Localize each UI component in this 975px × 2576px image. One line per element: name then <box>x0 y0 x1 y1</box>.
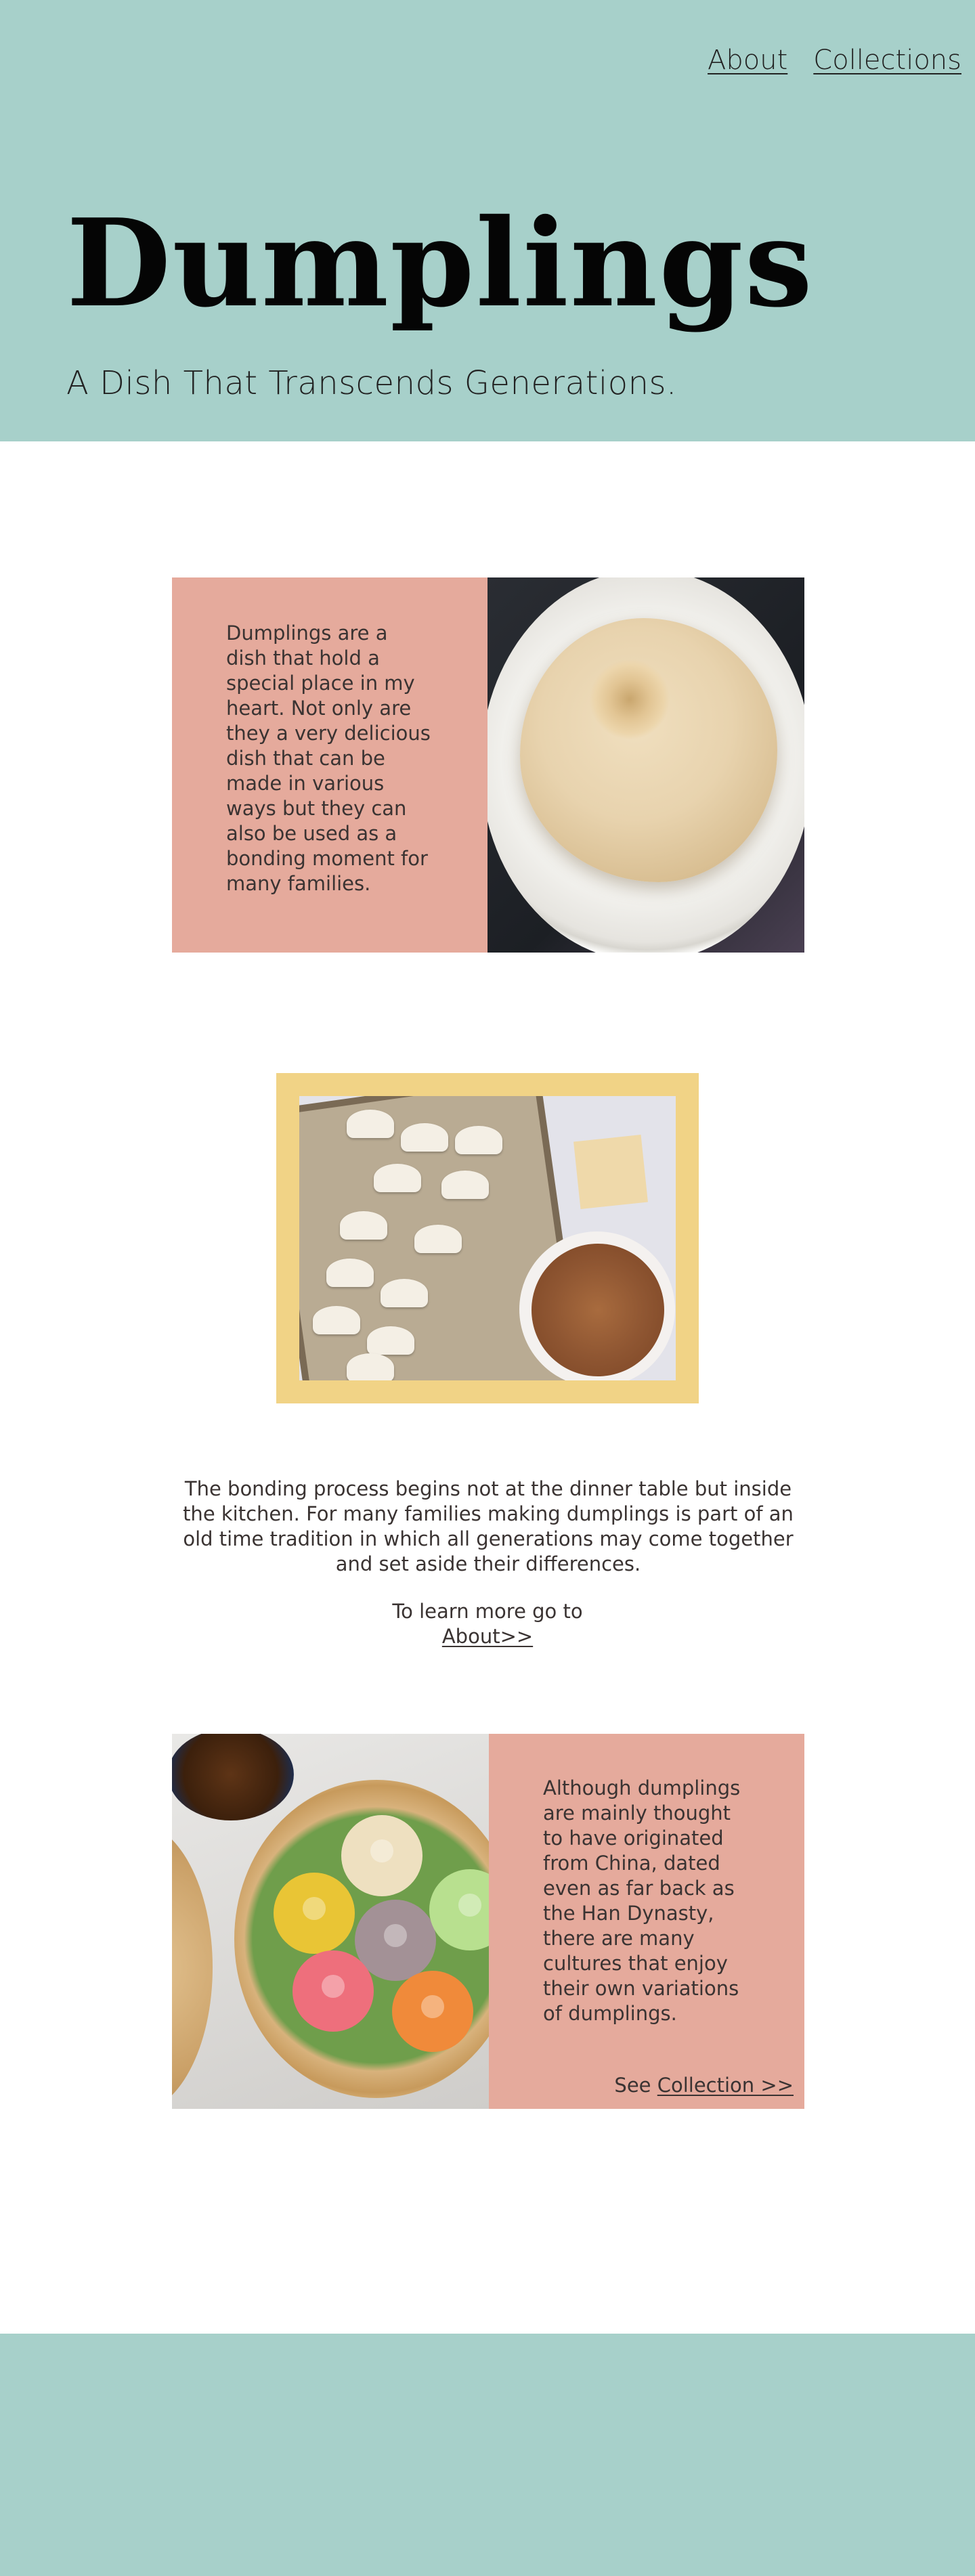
top-nav: About Collections <box>708 45 961 76</box>
see-prefix: See <box>614 2074 651 2097</box>
colorful-dumplings-photo <box>172 1734 489 2109</box>
intro-text-panel: Dumplings are a dish that hold a special… <box>172 577 488 953</box>
dumpling <box>347 1353 394 1380</box>
see-collection: See Collection >> <box>614 2074 794 2097</box>
about-link[interactable]: About>> <box>442 1625 533 1648</box>
origins-text: Although dumplings are mainly thought to… <box>543 1776 741 2025</box>
intro-text: Dumplings are a dish that hold a special… <box>226 621 431 895</box>
bonding-text: The bonding process begins not at the di… <box>183 1477 794 1575</box>
dumpling-filling <box>532 1244 664 1376</box>
footer <box>0 2334 975 2576</box>
dumpling-making-photo <box>299 1096 676 1380</box>
dumpling <box>441 1171 489 1199</box>
dumpling <box>401 1123 448 1152</box>
dumpling <box>340 1211 387 1240</box>
nav-link-collections[interactable]: Collections <box>813 45 961 76</box>
dumpling <box>292 1950 374 2032</box>
soup-dumpling-photo <box>488 577 804 953</box>
dumpling <box>520 618 777 882</box>
page-subtitle: A Dish That Transcends Generations. <box>66 364 677 402</box>
dumpling <box>313 1306 360 1334</box>
dumpling <box>381 1279 428 1307</box>
nav-link-about[interactable]: About <box>708 45 787 76</box>
dumpling <box>347 1110 394 1138</box>
intro-card: Dumplings are a dish that hold a special… <box>172 577 804 953</box>
dumpling <box>274 1873 355 1954</box>
hero-banner: About Collections Dumplings A Dish That … <box>0 0 975 441</box>
dumpling <box>374 1164 421 1192</box>
dumpling <box>367 1326 414 1355</box>
dumpling <box>392 1971 473 2052</box>
dumpling <box>455 1126 502 1154</box>
dumpling <box>326 1259 374 1287</box>
dumpling <box>414 1225 462 1253</box>
learn-more-prefix: To learn more go to <box>392 1600 583 1623</box>
dumpling-pleats <box>589 659 670 740</box>
origins-card: Although dumplings are mainly thought to… <box>172 1734 804 2109</box>
kitchen-photo-frame <box>276 1073 699 1403</box>
learn-more: To learn more go to About>> <box>352 1599 623 1649</box>
page-title: Dumplings <box>66 192 814 334</box>
dumpling <box>341 1815 422 1896</box>
dough-wrapper <box>573 1135 648 1209</box>
collection-link[interactable]: Collection >> <box>657 2074 794 2097</box>
origins-text-panel: Although dumplings are mainly thought to… <box>489 1734 804 2109</box>
